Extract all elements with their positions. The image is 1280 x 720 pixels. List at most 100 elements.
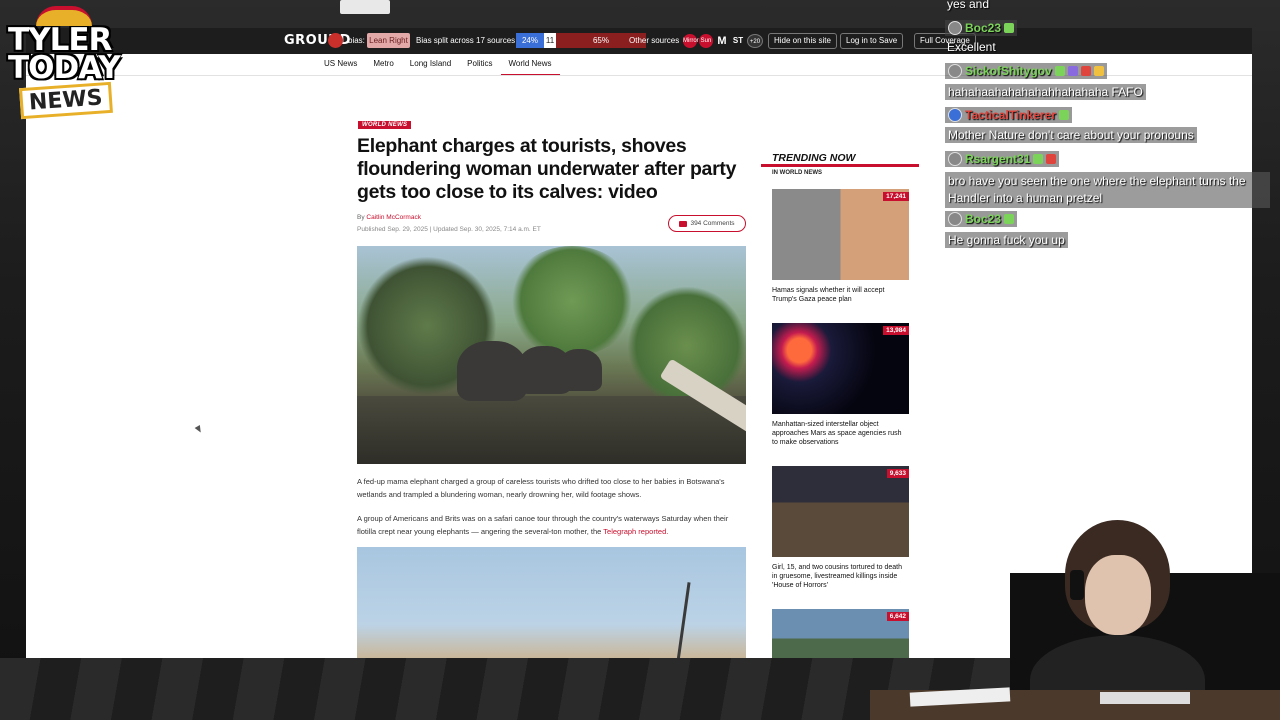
chat-message: Excellent [947, 40, 996, 54]
trending-caption[interactable]: Manhattan-sized interstellar object appr… [772, 420, 909, 447]
source-icon-sun[interactable]: Sun [699, 34, 713, 48]
source-icon-st[interactable]: ST [731, 34, 745, 48]
ground-news-badge-icon [328, 33, 343, 48]
bias-label: bias: [348, 36, 365, 45]
trending-count: 13,984 [883, 326, 909, 335]
chat-message: Mother Nature don't care about your pron… [945, 127, 1197, 143]
nav-world-news[interactable]: World News [500, 58, 560, 76]
trending-subtitle: IN WORLD NEWS [772, 170, 822, 176]
article-hero-image[interactable] [357, 246, 746, 464]
ceiling-light [340, 0, 390, 14]
trending-rule [761, 164, 919, 167]
badge-icon [1046, 154, 1057, 164]
bias-split-bar[interactable]: 24% 11 65% [516, 33, 646, 48]
trending-card[interactable]: 17,241 Hamas signals whether it will acc… [772, 189, 909, 304]
chat-username: TacticalTinkerer [965, 108, 1056, 122]
left-bias-segment: 24% [516, 33, 544, 48]
badge-icon [1004, 214, 1015, 224]
tree-shape [507, 246, 637, 356]
trending-title: TRENDING NOW [772, 152, 856, 164]
trending-caption[interactable]: Girl, 15, and two cousins tortured to de… [772, 563, 909, 590]
trending-count: 9,633 [886, 469, 909, 478]
source-icon-mirror[interactable]: Mirror [683, 34, 699, 48]
site-nav: US News Metro Long Island Politics World… [316, 58, 560, 76]
headset-icon [1070, 570, 1084, 600]
user-avatar [948, 64, 962, 78]
chat-username: SickofShitygov [965, 64, 1052, 78]
hide-on-site-button[interactable]: Hide on this site [768, 33, 837, 49]
chat-username-row: Rsargent31 [945, 151, 1060, 167]
chat-username-row: Boc23 [945, 20, 1018, 36]
trending-card[interactable]: 13,984 Manhattan-sized interstellar obje… [772, 323, 909, 447]
chat-username-row: Boc23 [945, 211, 1018, 227]
chat-username: Boc23 [965, 212, 1002, 226]
trending-caption[interactable]: Hamas signals whether it will accept Tru… [772, 286, 909, 304]
published-date: Published Sep. 29, 2025 [357, 226, 428, 233]
badge-icon [1054, 66, 1065, 76]
byline-prefix: By [357, 214, 365, 221]
article-headline: Elephant charges at tourists, shoves flo… [357, 135, 737, 203]
badge-icon [1093, 66, 1104, 76]
source-icons: Mirror Sun M ST +20 [683, 34, 763, 48]
article-paragraph: A group of Americans and Brits was on a … [357, 512, 747, 538]
user-avatar [948, 212, 962, 226]
chat-message: He gonna fuck you up [945, 232, 1068, 248]
ground-news-bar: GROUND bias: Lean Right Bias split acros… [26, 28, 1252, 54]
user-avatar [948, 152, 962, 166]
webcam-feed [1010, 510, 1280, 720]
trending-card[interactable]: 9,633 Girl, 15, and two cousins tortured… [772, 466, 909, 590]
article-kicker[interactable]: WORLD NEWS [358, 121, 412, 129]
chat-username-row: SickofShitygov [945, 63, 1107, 79]
chat-top-line: yes and [947, 0, 990, 11]
byline: By Caitlin McCormack [357, 214, 421, 221]
chat-message: hahahaahahahahahhahahaha FAFO [945, 84, 1146, 100]
dateline: Published Sep. 29, 2025 | Updated Sep. 3… [357, 226, 541, 233]
trending-count: 6,642 [886, 612, 909, 621]
badge-icon [1033, 154, 1044, 164]
chat-username-row: TacticalTinkerer [945, 107, 1072, 123]
badge-icon [1058, 110, 1069, 120]
comments-count: 394 Comments [690, 220, 735, 227]
center-bias-segment: 11 [544, 33, 556, 48]
nav-metro[interactable]: Metro [365, 58, 401, 76]
other-sources-label: Other sources [629, 36, 680, 45]
badge-icon [1080, 66, 1091, 76]
bias-split-text: Bias split across 17 sources [416, 36, 516, 45]
comment-icon [679, 220, 688, 227]
streamer-face [1085, 555, 1151, 635]
user-avatar [948, 21, 962, 35]
nav-long-island[interactable]: Long Island [402, 58, 459, 76]
logo-line-today: TODAY [8, 50, 121, 86]
article-paragraph: A fed-up mama elephant charged a group o… [357, 477, 725, 499]
trending-image[interactable]: 6,642 [772, 609, 909, 658]
updated-date: Updated Sep. 30, 2025, 7:14 a.m. ET [433, 226, 541, 233]
paragraph-text: A group of Americans and Brits was on a … [357, 514, 729, 536]
tyler-today-news-logo: TYLER TODAY NEWS [8, 6, 122, 130]
comments-button[interactable]: 394 Comments [668, 215, 746, 232]
water-shape [357, 396, 746, 464]
trending-card[interactable]: 6,642 [772, 609, 909, 658]
nav-us-news[interactable]: US News [316, 58, 365, 76]
author-link[interactable]: Caitlin McCormack [366, 214, 421, 221]
bias-lean-badge[interactable]: Lean Right [367, 33, 410, 48]
trending-image[interactable]: 13,984 [772, 323, 909, 414]
trending-image[interactable]: 9,633 [772, 466, 909, 557]
logo-arc [36, 6, 92, 26]
chat-message: bro have you seen the one where the elep… [945, 172, 1270, 208]
login-to-save-button[interactable]: Log in to Save [840, 33, 904, 49]
notebook [1100, 692, 1190, 704]
nav-politics[interactable]: Politics [459, 58, 500, 76]
telegraph-link[interactable]: Telegraph reported. [603, 527, 668, 536]
left-whitespace [26, 76, 326, 658]
logo-line-news: NEWS [19, 81, 113, 120]
pole-shape [676, 582, 691, 658]
trending-image[interactable]: 17,241 [772, 189, 909, 280]
elephant-shape [557, 349, 602, 391]
article-second-image[interactable] [357, 547, 746, 658]
source-icon-m[interactable]: M [715, 34, 729, 48]
chat-username: Boc23 [965, 21, 1002, 35]
subscriber-badge-icon [1004, 23, 1015, 33]
chat-username: Rsargent31 [965, 152, 1031, 166]
badge-icon [1067, 66, 1078, 76]
more-sources-badge[interactable]: +20 [747, 34, 763, 48]
